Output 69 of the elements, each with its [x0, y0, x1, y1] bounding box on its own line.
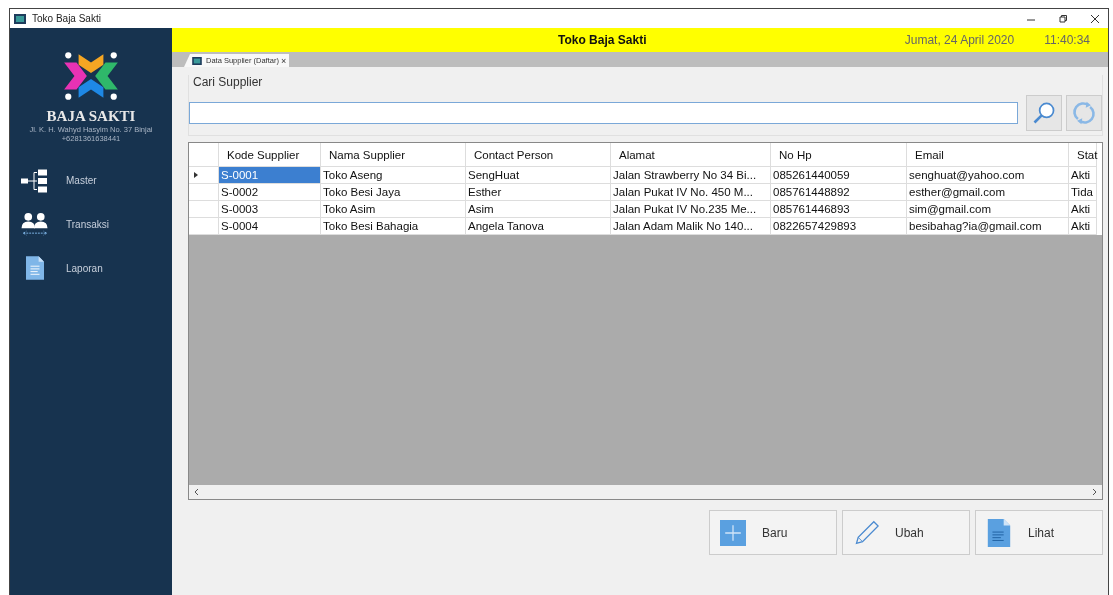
brand-name: BAJA SAKTI [46, 108, 136, 125]
window-title: Toko Baja Sakti [32, 13, 101, 24]
table-cell: 085761448892 [771, 184, 907, 201]
column-header[interactable]: Alamat [611, 143, 771, 167]
column-header[interactable]: Kode Supplier [219, 143, 321, 167]
table-cell: Akti [1069, 167, 1097, 184]
restore-icon[interactable] [1058, 13, 1068, 24]
table-cell: Esther [466, 184, 611, 201]
table-cell: Jalan Adam Malik No 140... [611, 218, 771, 235]
table-cell: S-0003 [219, 201, 321, 218]
table-cell: S-0004 [219, 218, 321, 235]
row-header [189, 143, 219, 167]
column-header[interactable]: Contact Person [466, 143, 611, 167]
column-header[interactable]: No Hp [771, 143, 907, 167]
table-cell: 085261440059 [771, 167, 907, 184]
column-header[interactable]: Stat [1069, 143, 1097, 167]
horizontal-scrollbar[interactable] [189, 485, 1102, 499]
table-cell: S-0001 [219, 167, 321, 184]
table-cell: Toko Aseng [321, 167, 466, 184]
table-cell: Toko Besi Jaya [321, 184, 466, 201]
table-cell: SengHuat [466, 167, 611, 184]
column-header[interactable]: Nama Supplier [321, 143, 466, 167]
search-button[interactable] [1026, 95, 1062, 131]
group-label: Cari Supplier [192, 75, 264, 89]
scroll-right-icon[interactable] [1092, 488, 1098, 496]
table-cell: Jalan Strawberry No 34 Bi... [611, 167, 771, 184]
tab-close-button[interactable]: × [280, 55, 287, 66]
app-title: Toko Baja Sakti [558, 33, 647, 47]
table-cell: Toko Asim [321, 201, 466, 218]
pencil-icon [853, 518, 879, 547]
action-button[interactable]: Baru [709, 510, 837, 555]
sidebar-item[interactable]: Master [20, 165, 172, 195]
refresh-icon [1071, 100, 1097, 126]
app-icon [14, 13, 26, 24]
table-cell: Akti [1069, 201, 1097, 218]
table-cell: sim@gmail.com [907, 201, 1069, 218]
table-cell: esther@gmail.com [907, 184, 1069, 201]
table-cell: besibahag?ia@gmail.com [907, 218, 1069, 235]
table-cell: S-0002 [219, 184, 321, 201]
sidebar-item[interactable]: Laporan [20, 253, 172, 283]
table-cell: Akti [1069, 218, 1097, 235]
hierarchy-icon [20, 167, 50, 193]
document-icon [986, 518, 1012, 547]
search-field[interactable] [189, 102, 1018, 124]
people-icon [20, 211, 50, 237]
scroll-left-icon[interactable] [193, 488, 199, 496]
form-icon [192, 56, 202, 65]
search-icon [1031, 100, 1057, 126]
current-row-icon [194, 172, 198, 178]
refresh-button[interactable] [1066, 95, 1102, 131]
sidebar-item[interactable]: Transaksi [20, 209, 172, 239]
table-cell: 0822657429893 [771, 218, 907, 235]
table-cell: 085761446893 [771, 201, 907, 218]
table-cell: senghuat@yahoo.com [907, 167, 1069, 184]
document-icon [26, 254, 44, 282]
date-label: Jumat, 24 April 2020 [904, 33, 1015, 47]
table-cell: Angela Tanova [466, 218, 611, 235]
row-header[interactable] [189, 167, 219, 184]
table-cell: Asim [466, 201, 611, 218]
action-button[interactable]: Ubah [842, 510, 970, 555]
action-button[interactable]: Lihat [975, 510, 1103, 555]
close-icon[interactable] [1090, 13, 1100, 24]
table-cell: Jalan Pukat IV No.235 Me... [611, 201, 771, 218]
plus-icon [720, 518, 746, 547]
table-cell: Jalan Pukat IV No. 450 M... [611, 184, 771, 201]
time-label: 11:40:34 [1044, 33, 1090, 47]
table-cell: Tida [1069, 184, 1097, 201]
column-header[interactable]: Email [907, 143, 1069, 167]
table-cell: Toko Besi Bahagia [321, 218, 466, 235]
